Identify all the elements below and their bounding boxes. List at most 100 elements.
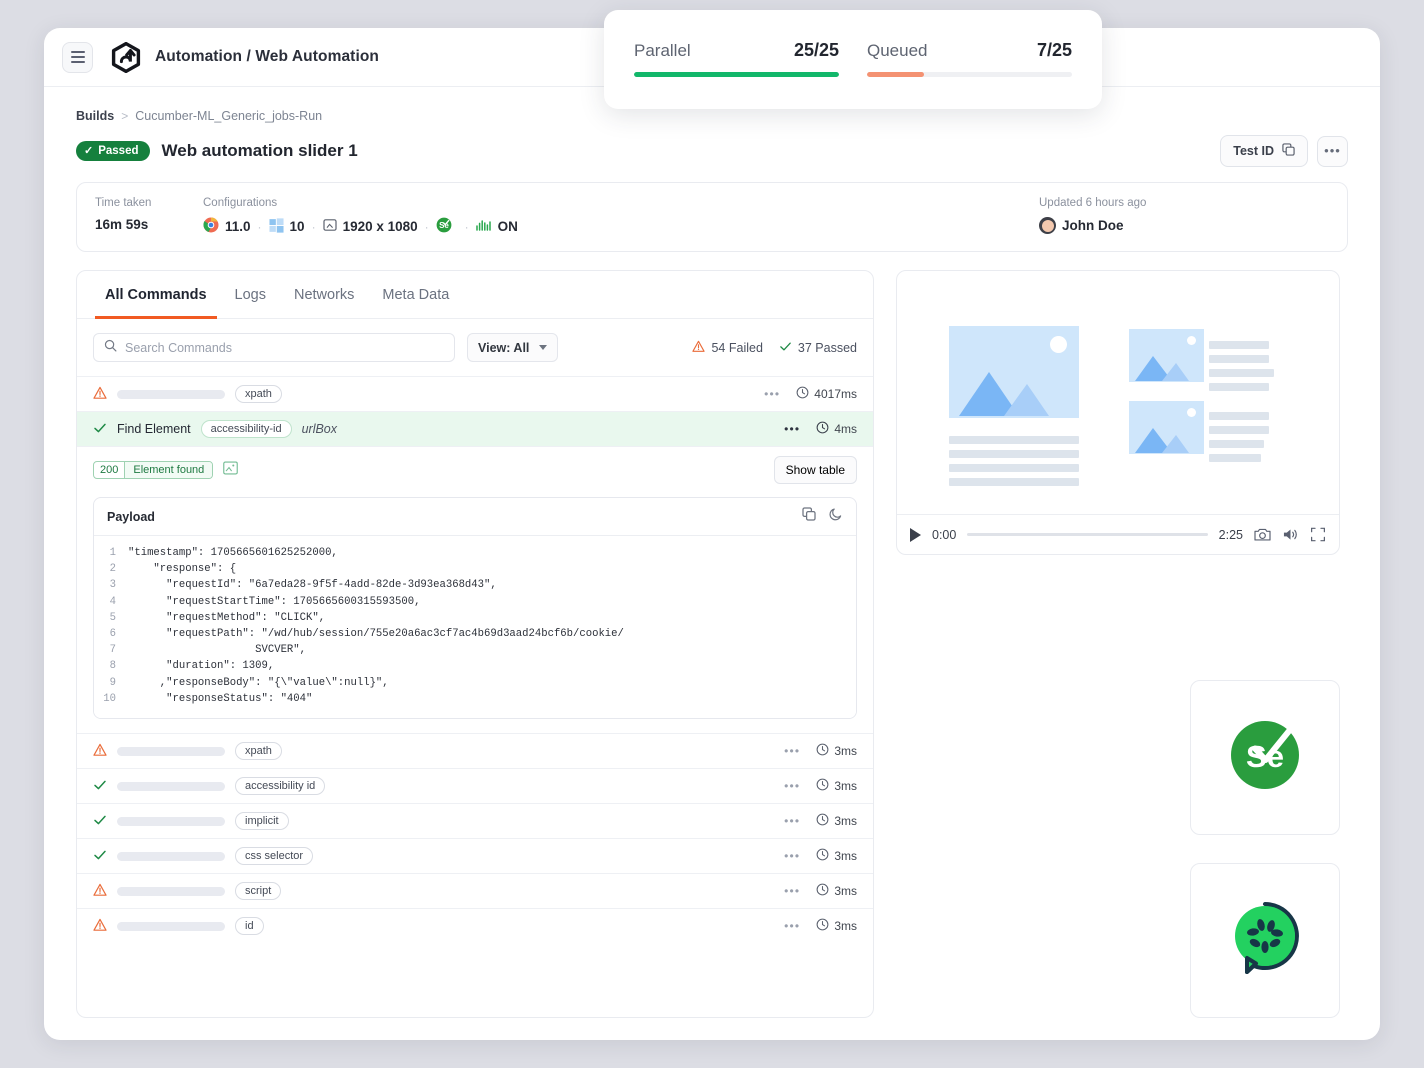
breadcrumb-builds[interactable]: Builds: [76, 109, 114, 123]
volume-icon[interactable]: [1282, 527, 1299, 542]
parallel-stat: Parallel 25/25: [634, 40, 839, 77]
table-row[interactable]: implicit ••• 3ms: [77, 803, 873, 838]
check-icon: [93, 778, 107, 795]
row-menu-icon[interactable]: •••: [784, 884, 800, 898]
row-actions: ••• 3ms: [784, 813, 857, 829]
test-id-button[interactable]: Test ID: [1220, 135, 1308, 167]
updated-user: John Doe: [1039, 217, 1329, 234]
config-separator: ·: [425, 220, 429, 234]
view-filter-select[interactable]: View: All: [467, 333, 558, 362]
check-icon: [779, 340, 792, 356]
queued-progress-fill: [867, 72, 924, 77]
clock-icon: [816, 743, 829, 759]
redacted-command-name: [117, 922, 225, 931]
redacted-command-name: [117, 887, 225, 896]
payload-code[interactable]: 1"timestamp": 1705665601625252000, 2 "re…: [94, 536, 856, 718]
play-icon[interactable]: [910, 528, 921, 542]
clock-icon: [816, 848, 829, 864]
row-menu-icon[interactable]: •••: [784, 779, 800, 793]
table-row[interactable]: xpath ••• 3ms: [77, 733, 873, 768]
wireframe-thumb-2: [1129, 401, 1204, 454]
content-split: All Commands Logs Networks Meta Data: [76, 270, 1348, 1018]
passed-count-label: 37 Passed: [798, 341, 857, 355]
search-input[interactable]: [125, 341, 444, 355]
commands-panel: All Commands Logs Networks Meta Data: [76, 270, 874, 1018]
row-menu-icon[interactable]: •••: [764, 387, 780, 401]
line-text: "response": {: [128, 561, 236, 577]
line-number: 10: [94, 691, 128, 707]
parallel-stat-top: Parallel 25/25: [634, 40, 839, 61]
configurations-label: Configurations: [203, 197, 1039, 209]
selenium-logo: Se: [1227, 717, 1303, 798]
fullscreen-icon[interactable]: [1310, 527, 1326, 542]
tab-all-commands[interactable]: All Commands: [95, 271, 217, 319]
row-menu-icon[interactable]: •••: [784, 744, 800, 758]
line-number: 5: [94, 610, 128, 626]
locator-chip: accessibility id: [235, 777, 325, 795]
row-menu-icon[interactable]: •••: [784, 814, 800, 828]
row-duration: 3ms: [816, 778, 857, 794]
page-title: Automation / Web Automation: [155, 48, 379, 66]
wireframe-thumb-1: [1129, 329, 1204, 382]
line-number: 3: [94, 577, 128, 593]
code-line: 6 "requestPath": "/wd/hub/session/755e20…: [94, 626, 856, 642]
row-menu-icon[interactable]: •••: [784, 919, 800, 933]
line-number: 9: [94, 675, 128, 691]
lambdatest-logo-icon[interactable]: [111, 42, 141, 73]
more-options-button[interactable]: •••: [1317, 136, 1348, 167]
locator-chip: id: [235, 917, 264, 935]
tab-meta-data[interactable]: Meta Data: [372, 271, 459, 319]
tab-networks[interactable]: Networks: [284, 271, 364, 319]
copy-icon[interactable]: [802, 507, 816, 526]
locator-chip: xpath: [235, 385, 282, 403]
line-text: "responseStatus": "404": [128, 691, 312, 707]
row-duration-label: 3ms: [834, 884, 857, 898]
tab-logs[interactable]: Logs: [225, 271, 276, 319]
table-row[interactable]: id ••• 3ms: [77, 908, 873, 943]
redacted-command-name: [117, 782, 225, 791]
code-line: 7 SVCVER",: [94, 642, 856, 658]
row-duration: 3ms: [816, 743, 857, 759]
clock-icon: [816, 778, 829, 794]
check-icon: ✓: [84, 146, 93, 157]
sun-icon: [1187, 336, 1196, 345]
show-table-button[interactable]: Show table: [774, 456, 857, 484]
row-duration: 3ms: [816, 918, 857, 934]
video-controls: 0:00 2:25: [897, 514, 1339, 554]
config-resolution: 1920 x 1080: [323, 218, 418, 235]
row-duration: 3ms: [816, 813, 857, 829]
locator-chip: implicit: [235, 812, 289, 830]
row-menu-icon[interactable]: •••: [784, 849, 800, 863]
table-row[interactable]: script ••• 3ms: [77, 873, 873, 908]
image-icon[interactable]: [223, 461, 238, 480]
locator-chip: css selector: [235, 847, 313, 865]
camera-icon[interactable]: [1254, 527, 1271, 542]
table-row[interactable]: Find Element accessibility-id urlBox •••: [77, 411, 873, 446]
row-actions: ••• 4ms: [784, 421, 857, 437]
video-player-card: 0:00 2:25: [896, 270, 1340, 555]
hamburger-icon[interactable]: [62, 42, 93, 73]
line-text: SVCVER",: [128, 642, 306, 658]
configurations-block: Configurations: [203, 197, 1039, 236]
table-row[interactable]: accessibility id ••• 3ms: [77, 768, 873, 803]
row-actions: ••• 3ms: [784, 743, 857, 759]
code-line: 4 "requestStartTime": 170566560031559350…: [94, 594, 856, 610]
moon-icon[interactable]: [829, 507, 843, 526]
metadata-card: Time taken 16m 59s Configurations: [76, 182, 1348, 252]
tab-bar: All Commands Logs Networks Meta Data: [77, 271, 873, 319]
row-duration-label: 4ms: [834, 422, 857, 436]
video-seek-bar[interactable]: [967, 533, 1207, 536]
config-separator: ·: [465, 220, 469, 234]
table-row[interactable]: css selector ••• 3ms: [77, 838, 873, 873]
row-menu-icon[interactable]: •••: [784, 422, 800, 436]
check-icon: [93, 848, 107, 865]
video-preview[interactable]: [897, 271, 1339, 514]
search-commands-box[interactable]: [93, 333, 455, 362]
table-row[interactable]: xpath ••• 4017ms: [77, 376, 873, 411]
clock-icon: [816, 918, 829, 934]
line-text: "requestStartTime": 1705665600315593500,: [128, 594, 420, 610]
breadcrumb-current[interactable]: Cucumber-ML_Generic_jobs-Run: [135, 109, 322, 123]
failed-count: 54 Failed: [692, 340, 762, 356]
mountain-icon: [1129, 348, 1204, 382]
line-number: 6: [94, 626, 128, 642]
